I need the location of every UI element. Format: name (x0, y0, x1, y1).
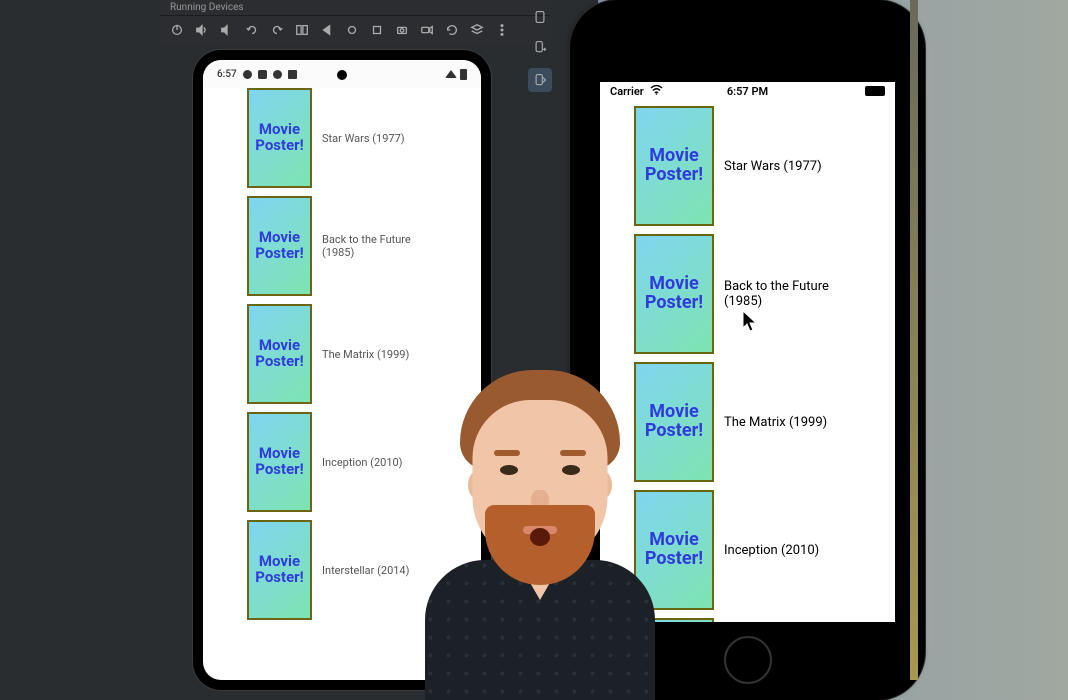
list-item[interactable]: Movie Poster! Back to the Future (1985) (247, 196, 437, 296)
device-mirror-icon[interactable] (528, 68, 552, 92)
movie-poster-placeholder: Movie Poster! (247, 196, 312, 296)
poster-text-2: Poster! (645, 422, 703, 441)
ios-home-button[interactable] (724, 636, 772, 684)
running-devices-tab[interactable]: Running Devices (170, 2, 244, 13)
movie-poster-placeholder: Movie Poster! (247, 88, 312, 188)
movie-title: Star Wars (1977) (322, 132, 405, 145)
poster-text-2: Poster! (645, 550, 703, 569)
poster-text-2: Poster! (255, 462, 303, 478)
screenshot-icon[interactable] (395, 23, 409, 37)
list-item[interactable]: Movie Poster! Star Wars (1977) (634, 106, 861, 226)
home-icon[interactable] (345, 23, 359, 37)
movie-poster-placeholder: Movie Poster! (247, 520, 312, 620)
android-movie-list[interactable]: Movie Poster! Star Wars (1977) Movie Pos… (203, 88, 481, 620)
battery-icon (865, 86, 885, 96)
movie-title: Inception (2010) (322, 456, 403, 469)
list-item[interactable]: Movie Poster! Back to the Future (1985) (634, 234, 861, 354)
android-emulator-frame: 6:57 Movie Poster! Star Wars (1977) (193, 50, 491, 690)
ios-screen[interactable]: Carrier 6:57 PM Movie Poster! Star Wars … (600, 82, 895, 622)
poster-text-2: Poster! (645, 166, 703, 185)
ios-status-bar: Carrier 6:57 PM (600, 82, 895, 100)
rotate-right-icon[interactable] (270, 23, 284, 37)
ios-simulator-frame: Carrier 6:57 PM Movie Poster! Star Wars … (570, 0, 925, 700)
movie-poster-placeholder: Movie Poster! (247, 412, 312, 512)
rotate-left-icon[interactable] (245, 23, 259, 37)
status-dot-icon (273, 70, 282, 79)
poster-text-2: Poster! (645, 294, 703, 313)
volume-down-icon[interactable] (220, 23, 234, 37)
reload-icon[interactable] (445, 23, 459, 37)
status-square-icon (288, 70, 297, 79)
wifi-icon (650, 85, 663, 98)
ide-toolbar: Running Devices (160, 0, 550, 45)
status-dot-icon (243, 70, 252, 79)
location-icon (258, 70, 267, 79)
list-item[interactable] (634, 618, 861, 622)
volume-up-icon[interactable] (195, 23, 209, 37)
movie-poster-placeholder: Movie Poster! (634, 490, 714, 610)
android-camera-hole (337, 70, 347, 80)
movie-poster-placeholder: Movie Poster! (634, 106, 714, 226)
list-item[interactable]: Movie Poster! The Matrix (1999) (634, 362, 861, 482)
more-icon[interactable] (495, 23, 509, 37)
poster-text-2: Poster! (255, 246, 303, 262)
wifi-icon (445, 70, 457, 78)
device-panel-icon[interactable] (531, 8, 549, 26)
movie-title: Back to the Future (1985) (724, 279, 861, 309)
android-screen[interactable]: 6:57 Movie Poster! Star Wars (1977) (203, 60, 481, 680)
list-item[interactable]: Movie Poster! Inception (2010) (634, 490, 861, 610)
movie-title: Star Wars (1977) (724, 159, 822, 174)
list-item[interactable]: Movie Poster! Star Wars (1977) (247, 88, 437, 188)
movie-poster-placeholder: Movie Poster! (634, 234, 714, 354)
battery-icon (460, 69, 467, 80)
ios-clock: 6:57 PM (727, 85, 768, 98)
movie-title: Back to the Future (1985) (322, 233, 437, 259)
movie-title: Interstellar (2014) (322, 564, 409, 577)
movie-title: Inception (2010) (724, 543, 819, 558)
android-clock: 6:57 (217, 69, 237, 80)
split-icon[interactable] (295, 23, 309, 37)
back-icon[interactable] (320, 23, 334, 37)
device-add-icon[interactable] (531, 38, 549, 56)
movie-title: The Matrix (1999) (322, 348, 409, 361)
ide-right-gutter (525, 0, 555, 92)
overview-icon[interactable] (370, 23, 384, 37)
movie-poster-placeholder (634, 618, 714, 622)
record-icon[interactable] (420, 23, 434, 37)
movie-poster-placeholder: Movie Poster! (634, 362, 714, 482)
background-strip (910, 0, 918, 680)
movie-title: The Matrix (1999) (724, 415, 827, 430)
poster-text-2: Poster! (255, 570, 303, 586)
list-item[interactable]: Movie Poster! The Matrix (1999) (247, 304, 437, 404)
list-item[interactable]: Movie Poster! Interstellar (2014) (247, 520, 437, 620)
poster-text-2: Poster! (255, 354, 303, 370)
list-item[interactable]: Movie Poster! Inception (2010) (247, 412, 437, 512)
movie-poster-placeholder: Movie Poster! (247, 304, 312, 404)
layers-icon[interactable] (470, 23, 484, 37)
ios-movie-list[interactable]: Movie Poster! Star Wars (1977) Movie Pos… (600, 100, 895, 622)
power-icon[interactable] (170, 23, 184, 37)
ios-carrier: Carrier (610, 85, 644, 98)
poster-text-2: Poster! (255, 138, 303, 154)
